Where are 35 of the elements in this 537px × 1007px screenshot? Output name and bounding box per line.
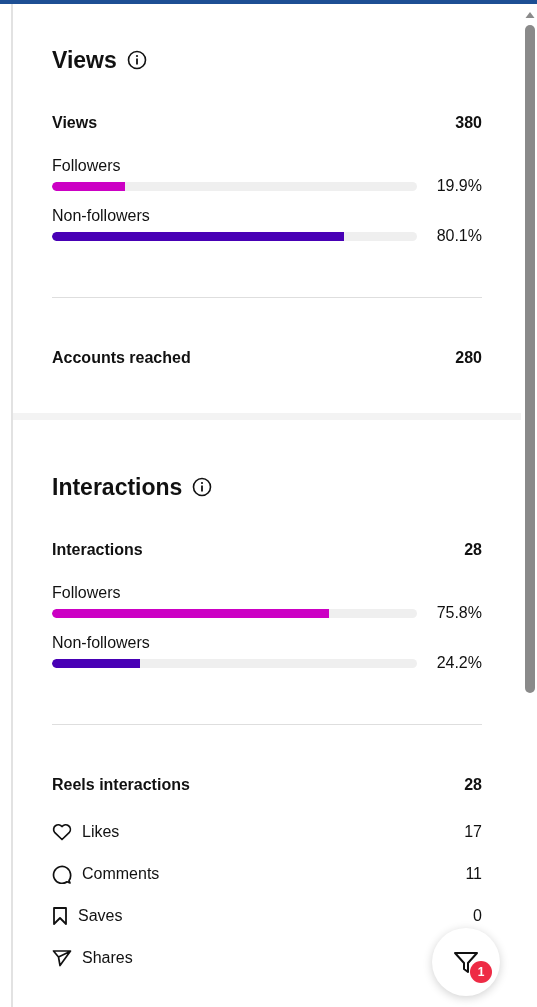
metric-value: 28 bbox=[464, 776, 482, 794]
breakdown-value: 0 bbox=[473, 907, 482, 925]
metric-label: Interactions bbox=[52, 541, 143, 559]
section-title: Interactions bbox=[52, 473, 183, 501]
bookmark-icon bbox=[52, 906, 68, 926]
metric-label: Accounts reached bbox=[52, 349, 191, 367]
metric-label: Views bbox=[52, 114, 98, 132]
percentage: 24.2% bbox=[436, 654, 482, 672]
filter-button[interactable] bbox=[432, 928, 500, 996]
bar-label: Followers bbox=[52, 157, 121, 174]
percentage: 19.9% bbox=[436, 177, 482, 195]
scroll-up-arrow-icon[interactable] bbox=[525, 11, 535, 19]
heart-icon bbox=[52, 823, 72, 841]
breakdown-value: 17 bbox=[464, 823, 482, 841]
breakdown-value: 11 bbox=[465, 865, 482, 883]
percentage: 75.8% bbox=[436, 604, 482, 622]
info-icon[interactable] bbox=[192, 477, 213, 497]
breakdown-label: Saves bbox=[78, 907, 123, 925]
paper-plane-icon bbox=[52, 949, 72, 967]
scrollbar-thumb[interactable] bbox=[525, 25, 535, 693]
breakdown-label: Likes bbox=[82, 823, 120, 841]
filter-icon bbox=[453, 949, 479, 975]
metric-value: 28 bbox=[464, 541, 482, 559]
metric-label: Reels interactions bbox=[52, 776, 190, 794]
metric-value: 380 bbox=[455, 114, 482, 132]
bar-label: Followers bbox=[52, 584, 121, 601]
percentage: 80.1% bbox=[436, 227, 482, 245]
speech-bubble-icon bbox=[52, 864, 72, 884]
info-icon[interactable] bbox=[126, 50, 147, 70]
bar-label: Non-followers bbox=[52, 634, 150, 651]
section-title: Views bbox=[52, 46, 117, 74]
breakdown-label: Comments bbox=[82, 865, 160, 883]
bar-label: Non-followers bbox=[52, 207, 150, 224]
metric-value: 280 bbox=[455, 349, 482, 367]
breakdown-label: Shares bbox=[82, 949, 133, 967]
